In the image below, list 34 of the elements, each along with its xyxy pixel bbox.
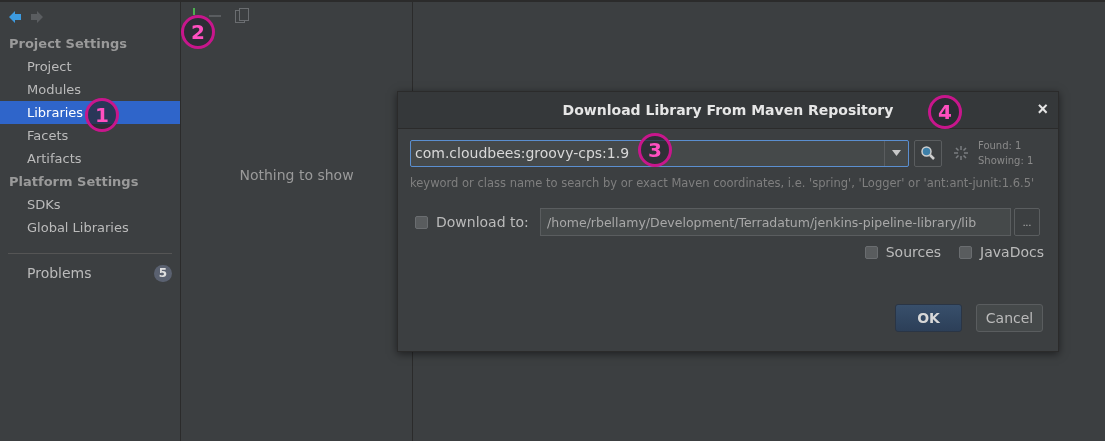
sidebar-item[interactable]: SDKs [0, 193, 180, 216]
annotation-marker: 1 [85, 98, 119, 132]
showing-count: Showing: 1 [978, 154, 1034, 168]
dropdown-caret-icon[interactable] [892, 150, 901, 156]
browse-button[interactable]: ... [1014, 208, 1040, 236]
ok-button[interactable]: OK [895, 304, 962, 332]
sidebar-item[interactable]: Global Libraries [0, 216, 180, 239]
search-button[interactable] [914, 139, 942, 167]
found-count: Found: 1 [978, 139, 1023, 153]
checkbox[interactable] [864, 245, 878, 259]
dialog-title: Download Library From Maven Repository [562, 102, 894, 118]
checkbox[interactable] [415, 215, 428, 229]
sidebar-item[interactable]: Artifacts [0, 147, 180, 170]
path-field[interactable]: /home/rbellamy/Development/Terradatum/jenkins-pipeline-library/lib [540, 208, 1011, 236]
spinner-icon [954, 146, 968, 160]
forward-arrow-icon[interactable] [30, 10, 44, 24]
sidebar-item[interactable]: Project [0, 55, 180, 78]
sidebar-item[interactable]: Modules [0, 78, 180, 101]
annotation-marker: 2 [181, 15, 215, 49]
empty-message: Nothing to show [239, 166, 354, 183]
search-hint: keyword or class name to search by or exact Maven coordinates, i.e. 'spring', 'Logger' or 'ant:ant-junit:1.6.5' [410, 176, 1036, 190]
download-label: Download to: [436, 214, 530, 230]
checkbox-label: JavaDocs [980, 244, 1044, 260]
close-button[interactable]: × [1037, 100, 1048, 118]
cancel-button[interactable]: Cancel [976, 304, 1043, 332]
section-header: Platform Settings [8, 173, 140, 191]
checkbox[interactable] [959, 245, 973, 259]
copy-icon[interactable] [235, 8, 249, 24]
count-badge: 5 [153, 265, 172, 282]
back-arrow-icon[interactable] [8, 10, 22, 24]
sidebar-item[interactable]: Problems [27, 262, 92, 285]
search-icon [920, 145, 936, 161]
checkbox-label: Sources [885, 244, 942, 260]
section-header: Project Settings [8, 35, 128, 53]
